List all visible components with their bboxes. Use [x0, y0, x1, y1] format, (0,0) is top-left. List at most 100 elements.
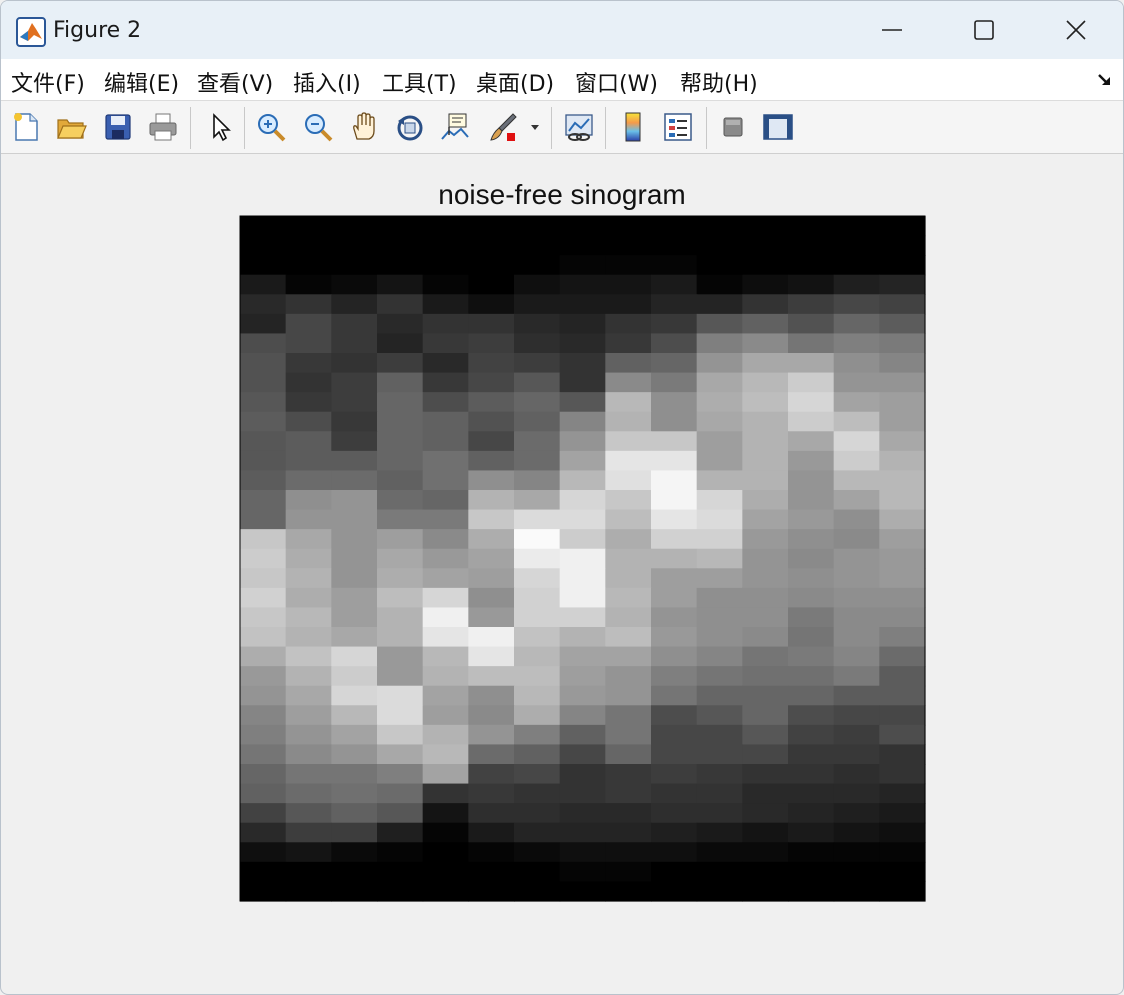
heatmap-cell — [742, 411, 789, 432]
heatmap-cell — [377, 803, 424, 824]
heatmap-cell — [788, 822, 835, 843]
heatmap-cell — [468, 764, 515, 785]
heatmap-cell — [696, 803, 743, 824]
heatmap-cell — [285, 666, 332, 687]
heatmap-cell — [285, 803, 332, 824]
heatmap-cell — [377, 216, 424, 237]
heatmap-cell — [514, 216, 561, 237]
heatmap-cell — [879, 548, 926, 569]
heatmap-cell — [285, 353, 332, 374]
heatmap-cell — [605, 353, 652, 374]
heatmap-cell — [833, 861, 880, 883]
heatmap-cell — [696, 724, 743, 746]
heatmap-cell — [240, 783, 287, 804]
heatmap-cell — [240, 235, 287, 256]
heatmap-cell — [742, 607, 789, 628]
heatmap-cell — [651, 411, 698, 432]
sinogram-plot[interactable] — [1, 1, 1123, 994]
heatmap-cell — [285, 568, 332, 589]
heatmap-cell — [788, 627, 835, 648]
heatmap-cell — [788, 529, 835, 550]
heatmap-cell — [833, 724, 880, 746]
heatmap-cell — [422, 548, 469, 569]
heatmap-cell — [879, 216, 926, 237]
heatmap-cell — [422, 235, 469, 256]
heatmap-cell — [879, 235, 926, 256]
heatmap-cell — [468, 333, 515, 354]
heatmap-cell — [742, 313, 789, 335]
heatmap-cell — [696, 490, 743, 511]
heatmap-cell — [788, 783, 835, 804]
heatmap-cell — [422, 607, 469, 628]
heatmap-cell — [468, 313, 515, 335]
heatmap-cell — [651, 607, 698, 628]
heatmap-cell — [285, 607, 332, 628]
heatmap-cell — [422, 783, 469, 804]
heatmap-cell — [240, 764, 287, 785]
heatmap-cell — [240, 861, 287, 883]
heatmap-cell — [605, 255, 652, 276]
heatmap-cell — [468, 861, 515, 883]
heatmap-cell — [331, 764, 378, 785]
heatmap-cell — [331, 607, 378, 628]
heatmap-cell — [468, 392, 515, 413]
heatmap-cell — [605, 411, 652, 432]
heatmap-cell — [651, 216, 698, 237]
heatmap-cell — [788, 255, 835, 276]
heatmap-cell — [742, 764, 789, 785]
heatmap-cell — [879, 646, 926, 667]
heatmap-cell — [240, 353, 287, 374]
heatmap-cell — [285, 822, 332, 843]
heatmap-cell — [559, 861, 606, 883]
heatmap-cell — [651, 803, 698, 824]
heatmap-cell — [240, 822, 287, 843]
heatmap-cell — [605, 881, 652, 902]
heatmap-cell — [833, 548, 880, 569]
heatmap-cell — [651, 685, 698, 706]
heatmap-cell — [377, 646, 424, 667]
heatmap-cell — [422, 627, 469, 648]
heatmap-cell — [285, 372, 332, 393]
heatmap-cell — [559, 803, 606, 824]
heatmap-cell — [651, 490, 698, 511]
heatmap-cell — [833, 490, 880, 511]
heatmap-cell — [422, 881, 469, 902]
heatmap-cell — [833, 744, 880, 765]
heatmap-cell — [833, 450, 880, 472]
figure-window: Figure 2 文件(F) 编辑(E) 查看(V) 插入(I) 工具(T) 桌… — [0, 0, 1124, 995]
heatmap-cell — [742, 255, 789, 276]
heatmap-cell — [331, 881, 378, 902]
heatmap-cell — [605, 470, 652, 491]
heatmap-cell — [696, 744, 743, 765]
heatmap-cell — [742, 685, 789, 706]
heatmap-cell — [879, 803, 926, 824]
heatmap-cell — [559, 607, 606, 628]
heatmap-cell — [285, 294, 332, 315]
heatmap-cell — [514, 881, 561, 902]
heatmap-cell — [742, 744, 789, 765]
heatmap-cell — [559, 333, 606, 354]
heatmap-cell — [285, 842, 332, 863]
heatmap-cell — [514, 861, 561, 883]
heatmap-cell — [559, 881, 606, 902]
heatmap-cell — [468, 627, 515, 648]
heatmap-cell — [742, 646, 789, 667]
heatmap-cell — [833, 509, 880, 530]
heatmap-cell — [559, 783, 606, 804]
heatmap-cell — [879, 509, 926, 530]
heatmap-cell — [651, 627, 698, 648]
heatmap-cell — [559, 235, 606, 256]
heatmap-cell — [696, 881, 743, 902]
heatmap-cell — [468, 216, 515, 237]
heatmap-cell — [788, 411, 835, 432]
heatmap-cell — [651, 764, 698, 785]
heatmap-cell — [240, 372, 287, 393]
heatmap-cell — [331, 470, 378, 491]
heatmap-cell — [285, 392, 332, 413]
heatmap-cell — [468, 255, 515, 276]
heatmap-cell — [651, 235, 698, 256]
heatmap-cell — [742, 548, 789, 569]
heatmap-cell — [788, 587, 835, 609]
heatmap-cell — [833, 666, 880, 687]
heatmap-cell — [696, 783, 743, 804]
